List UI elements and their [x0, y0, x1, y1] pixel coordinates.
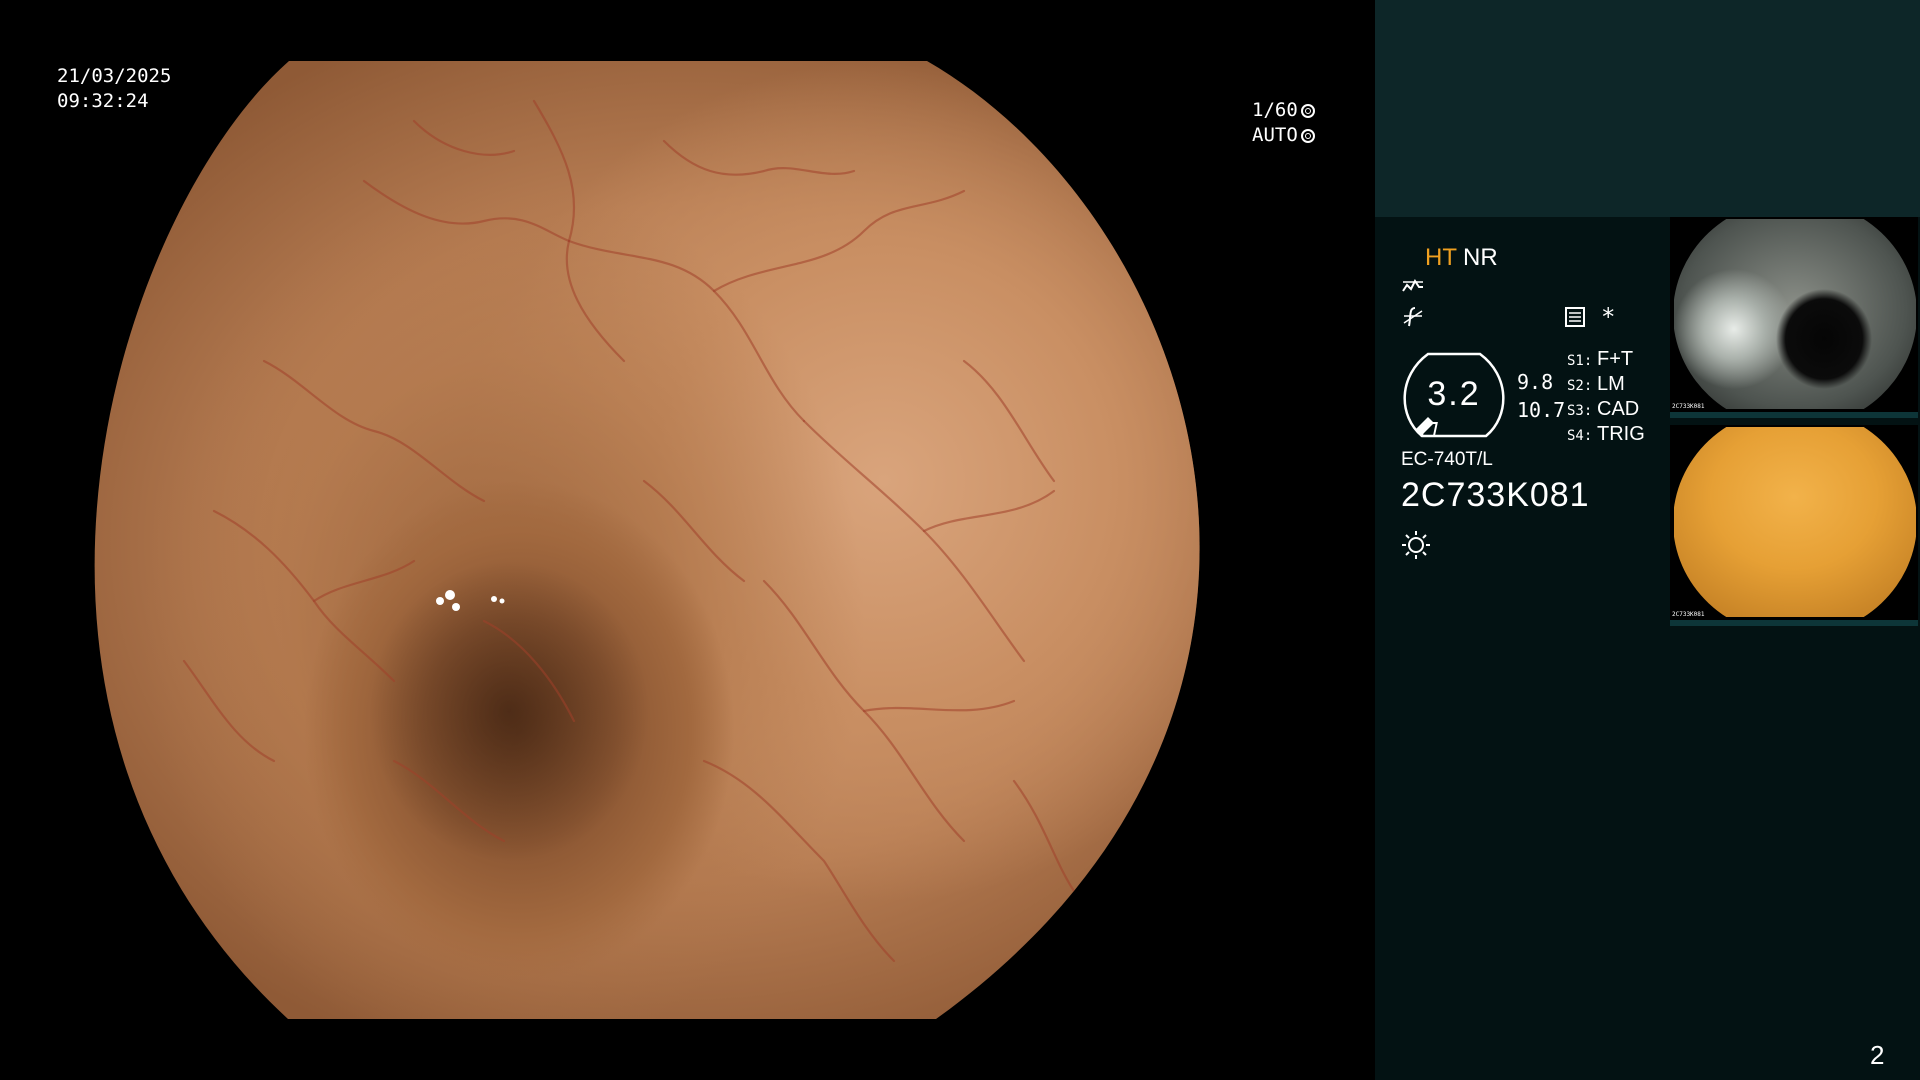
thumbnail-2[interactable]: 2C733K081	[1670, 425, 1918, 626]
scope-switch-list: S1: F+T S2: LM S3: CAD S4: TRIG	[1567, 348, 1645, 448]
switch-row: S2: LM	[1567, 373, 1645, 398]
menu-list-icon	[1565, 307, 1585, 327]
zoom-min-value: 9.8	[1517, 370, 1554, 394]
star-indicator: *	[1601, 303, 1616, 331]
thumbnail-1[interactable]: 2C733K081	[1670, 217, 1918, 418]
date-text: 21/03/2025	[57, 65, 172, 87]
scope-serial-text: 2C733K081	[1401, 476, 1590, 514]
thumbnail-image	[1674, 219, 1916, 409]
exposure-display: 1/60 AUTO	[1252, 98, 1315, 148]
endoscopy-screen: 21/03/2025 09:32:24 1/60 AUTO HT NR * 3.…	[0, 0, 1920, 1080]
switch-value: CAD	[1597, 398, 1640, 420]
mucosa-vessel-pattern	[64, 61, 1312, 1019]
light-source-icon	[1402, 531, 1430, 559]
endoscope-live-image	[64, 61, 1312, 1019]
iris-icon	[1300, 128, 1315, 143]
switch-value: TRIG	[1597, 423, 1645, 445]
switch-value: F+T	[1597, 348, 1634, 370]
shutter-icon	[1300, 103, 1315, 118]
switch-row: S3: CAD	[1567, 398, 1645, 423]
mode-ht-label: HT	[1425, 244, 1457, 271]
switch-value: LM	[1597, 373, 1625, 395]
switch-row: S1: F+T	[1567, 348, 1645, 373]
switch-key: S2:	[1567, 378, 1593, 394]
exposure-mode-text: AUTO	[1252, 124, 1298, 146]
enhancement-curve-icon	[1402, 279, 1423, 292]
switch-key: S3:	[1567, 403, 1593, 419]
shutter-text: 1/60	[1252, 99, 1298, 121]
zoom-value: 3.2	[1427, 375, 1481, 413]
page-number: 2	[1870, 1040, 1885, 1070]
thumbnail-label: 2C733K081	[1672, 611, 1705, 618]
switch-key: S4:	[1567, 428, 1593, 444]
panel-header-area	[1375, 0, 1920, 217]
date-time-display: 21/03/2025 09:32:24	[57, 64, 171, 114]
thumbnail-image	[1674, 427, 1916, 617]
zoom-max-value: 10.7	[1517, 398, 1566, 422]
time-text: 09:32:24	[57, 90, 149, 112]
info-panel: HT NR * 3.2 9.8 10.7 S1: F+T S2: LM S3: …	[1375, 0, 1920, 1080]
structure-enhancement-icon	[1403, 307, 1423, 327]
switch-key: S1:	[1567, 353, 1593, 369]
switch-row: S4: TRIG	[1567, 423, 1645, 448]
scope-model-text: EC-740T/L	[1401, 449, 1493, 470]
captured-thumbnails: 2C733K081 2C733K081	[1670, 217, 1920, 633]
mode-nr-label: NR	[1463, 244, 1498, 271]
thumbnail-label: 2C733K081	[1672, 403, 1705, 410]
endoscope-view: 21/03/2025 09:32:24 1/60 AUTO	[0, 0, 1375, 1080]
